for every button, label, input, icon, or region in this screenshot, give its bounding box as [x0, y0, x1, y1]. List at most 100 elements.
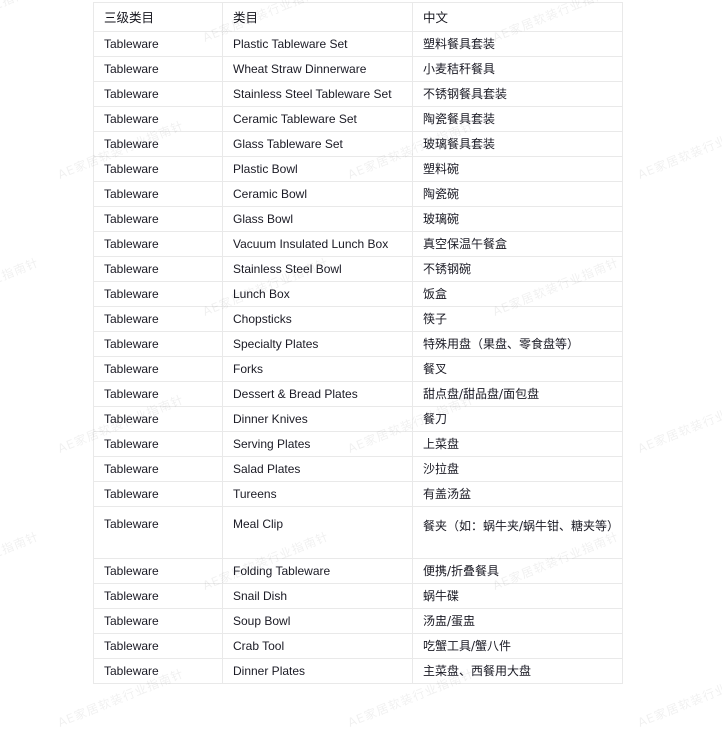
cell-chinese: 玻璃碗 — [412, 206, 623, 232]
cell-chinese: 筷子 — [412, 306, 623, 332]
cell-chinese: 特殊用盘（果盘、零食盘等） — [412, 331, 623, 357]
cell-third-level-category: Tableware — [93, 506, 223, 559]
watermark-text: AE家居软装行业指南针 — [635, 666, 722, 730]
cell-chinese: 吃蟹工具/蟹八件 — [412, 633, 623, 659]
cell-third-level-category: Tableware — [93, 633, 223, 659]
table-header: 三级类目 类目 中文 — [93, 2, 623, 32]
cell-third-level-category: Tableware — [93, 306, 223, 332]
cell-third-level-category: Tableware — [93, 131, 223, 157]
table-row: Tableware Serving Plates 上菜盘 — [93, 431, 623, 457]
table-row: Tableware Ceramic Tableware Set 陶瓷餐具套装 — [93, 106, 623, 132]
cell-chinese: 不锈钢餐具套装 — [412, 81, 623, 107]
cell-category: Ceramic Bowl — [222, 181, 413, 207]
cell-third-level-category: Tableware — [93, 81, 223, 107]
table-row: Tableware Tureens 有盖汤盆 — [93, 481, 623, 507]
watermark-text: AE家居软装行业指南针 — [0, 255, 41, 319]
column-header-category: 类目 — [222, 2, 413, 32]
watermark-text: AE家居软装行业指南针 — [0, 529, 41, 593]
cell-chinese: 餐夹（如：蜗牛夹/蜗牛钳、糖夹等） — [412, 506, 623, 559]
watermark-text: AE家居软装行业指南针 — [0, 0, 41, 45]
table-row: Tableware Folding Tableware 便携/折叠餐具 — [93, 558, 623, 584]
table-row: Tableware Plastic Tableware Set 塑料餐具套装 — [93, 31, 623, 57]
table-row: Tableware Glass Tableware Set 玻璃餐具套装 — [93, 131, 623, 157]
cell-category: Stainless Steel Tableware Set — [222, 81, 413, 107]
cell-third-level-category: Tableware — [93, 558, 223, 584]
cell-third-level-category: Tableware — [93, 608, 223, 634]
cell-third-level-category: Tableware — [93, 156, 223, 182]
cell-chinese: 饭盒 — [412, 281, 623, 307]
table-row: Tableware Glass Bowl 玻璃碗 — [93, 206, 623, 232]
cell-chinese: 小麦秸秆餐具 — [412, 56, 623, 82]
table-row: Tableware Soup Bowl 汤盅/蛋盅 — [93, 608, 623, 634]
cell-third-level-category: Tableware — [93, 381, 223, 407]
cell-chinese: 塑料餐具套装 — [412, 31, 623, 57]
cell-chinese: 甜点盘/甜品盘/面包盘 — [412, 381, 623, 407]
cell-category: Soup Bowl — [222, 608, 413, 634]
cell-category: Specialty Plates — [222, 331, 413, 357]
cell-third-level-category: Tableware — [93, 206, 223, 232]
cell-category: Snail Dish — [222, 583, 413, 609]
category-table-container: 三级类目 类目 中文 Tableware Plastic Tableware Se… — [93, 2, 623, 684]
cell-chinese: 蜗牛碟 — [412, 583, 623, 609]
category-table: 三级类目 类目 中文 Tableware Plastic Tableware Se… — [93, 2, 623, 684]
table-row: Tableware Crab Tool 吃蟹工具/蟹八件 — [93, 633, 623, 659]
cell-category: Forks — [222, 356, 413, 382]
watermark-text: AE家居软装行业指南针 — [635, 392, 722, 456]
table-row: Tableware Chopsticks 筷子 — [93, 306, 623, 332]
cell-chinese: 沙拉盘 — [412, 456, 623, 482]
cell-chinese: 玻璃餐具套装 — [412, 131, 623, 157]
cell-third-level-category: Tableware — [93, 356, 223, 382]
column-header-third-level-category: 三级类目 — [93, 2, 223, 32]
cell-category: Plastic Bowl — [222, 156, 413, 182]
cell-third-level-category: Tableware — [93, 56, 223, 82]
cell-chinese: 上菜盘 — [412, 431, 623, 457]
cell-category: Ceramic Tableware Set — [222, 106, 413, 132]
cell-third-level-category: Tableware — [93, 106, 223, 132]
cell-category: Salad Plates — [222, 456, 413, 482]
cell-category: Lunch Box — [222, 281, 413, 307]
cell-category: Serving Plates — [222, 431, 413, 457]
cell-third-level-category: Tableware — [93, 583, 223, 609]
table-row: Tableware Stainless Steel Bowl 不锈钢碗 — [93, 256, 623, 282]
cell-third-level-category: Tableware — [93, 456, 223, 482]
cell-category: Glass Bowl — [222, 206, 413, 232]
cell-chinese: 塑料碗 — [412, 156, 623, 182]
table-row: Tableware Dinner Plates 主菜盘、西餐用大盘 — [93, 658, 623, 684]
table-row: Tableware Lunch Box 饭盒 — [93, 281, 623, 307]
table-row: Tableware Dessert & Bread Plates 甜点盘/甜品盘/面… — [93, 381, 623, 407]
cell-third-level-category: Tableware — [93, 281, 223, 307]
table-row: Tableware Snail Dish 蜗牛碟 — [93, 583, 623, 609]
table-row: Tableware Forks 餐叉 — [93, 356, 623, 382]
cell-category: Wheat Straw Dinnerware — [222, 56, 413, 82]
cell-chinese: 有盖汤盆 — [412, 481, 623, 507]
table-header-row: 三级类目 类目 中文 — [93, 2, 623, 32]
table-row: Tableware Dinner Knives 餐刀 — [93, 406, 623, 432]
cell-category: Plastic Tableware Set — [222, 31, 413, 57]
cell-third-level-category: Tableware — [93, 256, 223, 282]
table-row: Tableware Meal Clip 餐夹（如：蜗牛夹/蜗牛钳、糖夹等） — [93, 506, 623, 559]
cell-category: Dinner Knives — [222, 406, 413, 432]
cell-third-level-category: Tableware — [93, 406, 223, 432]
cell-category: Dessert & Bread Plates — [222, 381, 413, 407]
table-row: Tableware Wheat Straw Dinnerware 小麦秸秆餐具 — [93, 56, 623, 82]
table-row: Tableware Ceramic Bowl 陶瓷碗 — [93, 181, 623, 207]
cell-third-level-category: Tableware — [93, 431, 223, 457]
cell-category: Tureens — [222, 481, 413, 507]
cell-chinese: 便携/折叠餐具 — [412, 558, 623, 584]
table-row: Tableware Plastic Bowl 塑料碗 — [93, 156, 623, 182]
cell-chinese: 真空保温午餐盒 — [412, 231, 623, 257]
cell-chinese: 餐刀 — [412, 406, 623, 432]
cell-category: Crab Tool — [222, 633, 413, 659]
table-body: Tableware Plastic Tableware Set 塑料餐具套装 Tabl… — [93, 31, 623, 684]
column-header-chinese: 中文 — [412, 2, 623, 32]
cell-chinese: 陶瓷碗 — [412, 181, 623, 207]
cell-chinese: 陶瓷餐具套装 — [412, 106, 623, 132]
cell-third-level-category: Tableware — [93, 331, 223, 357]
cell-third-level-category: Tableware — [93, 231, 223, 257]
cell-third-level-category: Tableware — [93, 481, 223, 507]
cell-category: Folding Tableware — [222, 558, 413, 584]
table-row: Tableware Stainless Steel Tableware Set 不锈… — [93, 81, 623, 107]
cell-category: Chopsticks — [222, 306, 413, 332]
table-row: Tableware Salad Plates 沙拉盘 — [93, 456, 623, 482]
cell-category: Glass Tableware Set — [222, 131, 413, 157]
